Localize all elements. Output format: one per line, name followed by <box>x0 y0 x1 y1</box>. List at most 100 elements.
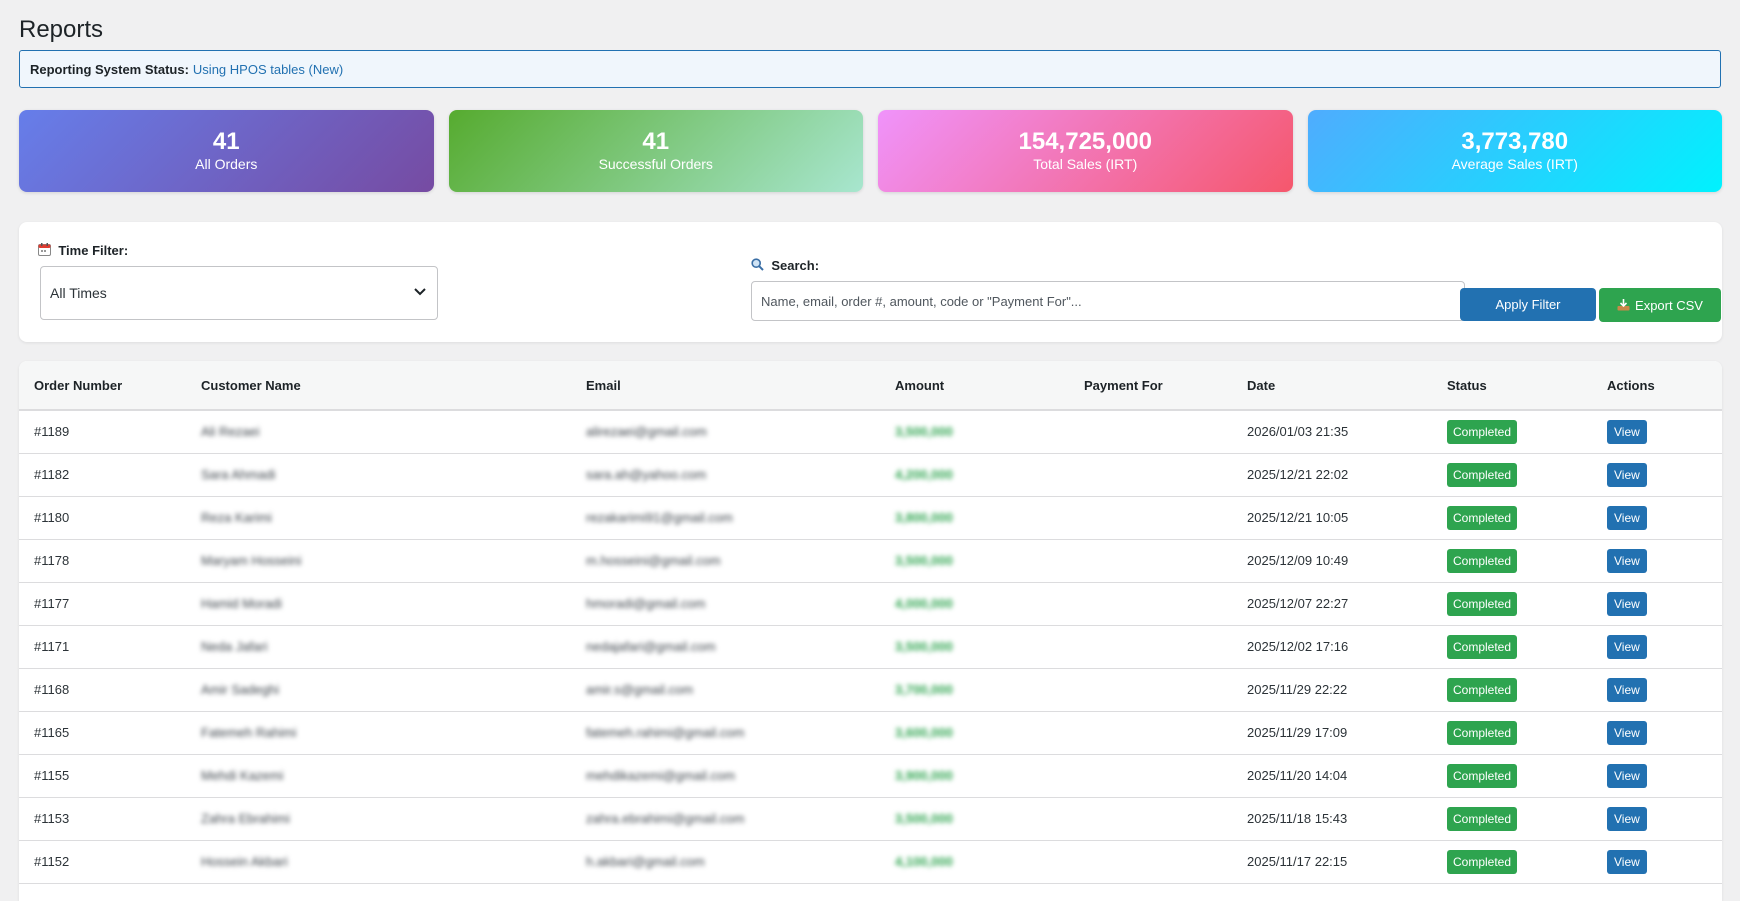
status-badge: Completed <box>1447 677 1518 702</box>
email-cell: mehdikazemi@gmail.com <box>586 754 895 798</box>
stat-value: 154,725,000 <box>1018 128 1152 155</box>
order-number-cell: #1189 <box>19 410 201 454</box>
customer-name-cell: Hamid Moradi <box>201 582 586 626</box>
amount-value: 4,000,000 <box>895 596 953 611</box>
email-cell: zahra.ebrahimi@gmail.com <box>586 797 895 841</box>
stat-caption: Total Sales (IRT) <box>1033 156 1138 172</box>
email-value: rezakarimi91@gmail.com <box>586 510 733 525</box>
view-order-button[interactable]: View <box>1607 505 1647 530</box>
download-tray-icon <box>1617 298 1630 313</box>
customer-name-value: Ali Rezaei <box>201 424 260 440</box>
view-order-button[interactable]: View <box>1607 548 1647 573</box>
date-cell: 2025/11/29 22:22 <box>1247 668 1447 712</box>
table-row: #1168 Amir Sadeghi amir.s@gmail.com 3,700,0… <box>19 668 1722 712</box>
status-cell: Completed <box>1447 625 1607 669</box>
order-number-cell: #1165 <box>19 711 201 755</box>
amount-value: 4,100,000 <box>895 854 953 869</box>
customer-name-value: Maryam Hosseini <box>201 553 302 568</box>
amount-cell: 3,500,000 <box>895 539 1084 583</box>
email-cell: fatemeh.rahimi@gmail.com <box>586 711 895 755</box>
payment-for-cell <box>1084 668 1247 712</box>
amount-cell: 3,500,000 <box>895 625 1084 669</box>
table-row: #1182 Sara Ahmadi sara.ah@yahoo.com 4,200,0… <box>19 453 1722 497</box>
time-filter-select[interactable]: All Times <box>40 266 438 320</box>
view-order-button[interactable]: View <box>1607 849 1647 874</box>
stat-value: 41 <box>212 128 240 155</box>
customer-name-value: Hossein Akbari <box>201 854 288 869</box>
stat-caption: Successful Orders <box>598 156 713 172</box>
view-order-button[interactable]: View <box>1607 720 1647 745</box>
view-order-button[interactable]: View <box>1607 634 1647 659</box>
customer-name-cell: Ali Rezaei <box>201 410 586 454</box>
customer-name-value: Sara Ahmadi <box>201 467 276 482</box>
customer-name-cell: Reza Karimi <box>201 496 586 540</box>
status-badge: Completed <box>1447 462 1518 487</box>
view-order-button[interactable]: View <box>1607 419 1647 444</box>
orders-table-panel: Order Number Customer Name Email Amount … <box>19 361 1722 901</box>
view-order-button[interactable]: View <box>1607 462 1647 487</box>
order-number-cell: #1178 <box>19 539 201 583</box>
view-order-button[interactable]: View <box>1607 763 1647 788</box>
amount-cell: 3,500,000 <box>895 797 1084 841</box>
date-cell: 2025/12/21 10:05 <box>1247 496 1447 540</box>
email-value: h.akbari@gmail.com <box>586 854 705 869</box>
magnifier-icon <box>751 258 767 273</box>
status-cell: Completed <box>1447 711 1607 755</box>
email-value: zahra.ebrahimi@gmail.com <box>586 811 745 826</box>
reporting-status-notice: Reporting System Status: Using HPOS tabl… <box>19 50 1721 88</box>
email-value: mehdikazemi@gmail.com <box>586 768 736 783</box>
stat-value: 41 <box>642 128 670 155</box>
email-value: alirezaei@gmail.com <box>586 424 707 440</box>
stat-card-average-sales: 3,773,780 Average Sales (IRT) <box>1307 110 1722 192</box>
customer-name-cell: Mehdi Kazemi <box>201 754 586 798</box>
table-row: #1189 Ali Rezaei alirezaei@gmail.com 3,500,… <box>19 410 1722 454</box>
customer-name-cell: Neda Jafari <box>201 625 586 669</box>
email-cell: amir.s@gmail.com <box>586 668 895 712</box>
view-order-button[interactable]: View <box>1607 591 1647 616</box>
status-badge: Completed <box>1447 591 1518 616</box>
table-row: #1180 Reza Karimi rezakarimi91@gmail.com 3,… <box>19 496 1722 540</box>
search-input[interactable] <box>751 281 1465 321</box>
status-badge: Completed <box>1447 806 1518 831</box>
amount-cell: 3,800,000 <box>895 496 1084 540</box>
date-cell: 2025/12/07 22:27 <box>1247 582 1447 626</box>
email-value: m.hosseini@gmail.com <box>586 553 721 568</box>
amount-cell: 4,000,000 <box>895 582 1084 626</box>
filter-panel: Time Filter: All Times Search: Apply Fil… <box>19 222 1722 342</box>
status-cell: Completed <box>1447 539 1607 583</box>
customer-name-cell: Zahra Ebrahimi <box>201 797 586 841</box>
customer-name-value: Neda Jafari <box>201 639 268 654</box>
status-badge: Completed <box>1447 419 1518 444</box>
actions-cell: View <box>1607 496 1722 540</box>
actions-cell: View <box>1607 582 1722 626</box>
customer-name-cell: Maryam Hosseini <box>201 539 586 583</box>
col-header-order-number: Order Number <box>19 361 201 411</box>
col-header-payment-for: Payment For <box>1084 361 1247 411</box>
export-csv-button[interactable]: Export CSV <box>1599 288 1721 322</box>
stat-card-successful-orders: 41 Successful Orders <box>448 110 863 192</box>
actions-cell: View <box>1607 539 1722 583</box>
order-number-cell: #1153 <box>19 797 201 841</box>
payment-for-cell <box>1084 625 1247 669</box>
view-order-button[interactable]: View <box>1607 677 1647 702</box>
amount-value: 3,800,000 <box>895 510 953 525</box>
actions-cell: View <box>1607 797 1722 841</box>
status-badge: Completed <box>1447 505 1518 530</box>
view-order-button[interactable]: View <box>1607 806 1647 831</box>
payment-for-cell <box>1084 582 1247 626</box>
payment-for-cell <box>1084 840 1247 884</box>
stat-value: 3,773,780 <box>1461 128 1569 155</box>
order-number-cell: #1152 <box>19 840 201 884</box>
amount-cell: 3,700,000 <box>895 668 1084 712</box>
customer-name-value: Mehdi Kazemi <box>201 768 284 783</box>
email-value: hmoradi@gmail.com <box>586 596 706 611</box>
actions-cell: View <box>1607 453 1722 497</box>
apply-filter-button[interactable]: Apply Filter <box>1460 288 1596 321</box>
status-badge: Completed <box>1447 634 1518 659</box>
customer-name-value: Hamid Moradi <box>201 596 282 611</box>
customer-name-cell: Hossein Akbari <box>201 840 586 884</box>
export-csv-label: Export CSV <box>1635 297 1703 313</box>
customer-name-cell: Fatemeh Rahimi <box>201 711 586 755</box>
col-header-status: Status <box>1447 361 1607 411</box>
table-row: #1178 Maryam Hosseini m.hosseini@gmail.com… <box>19 539 1722 583</box>
